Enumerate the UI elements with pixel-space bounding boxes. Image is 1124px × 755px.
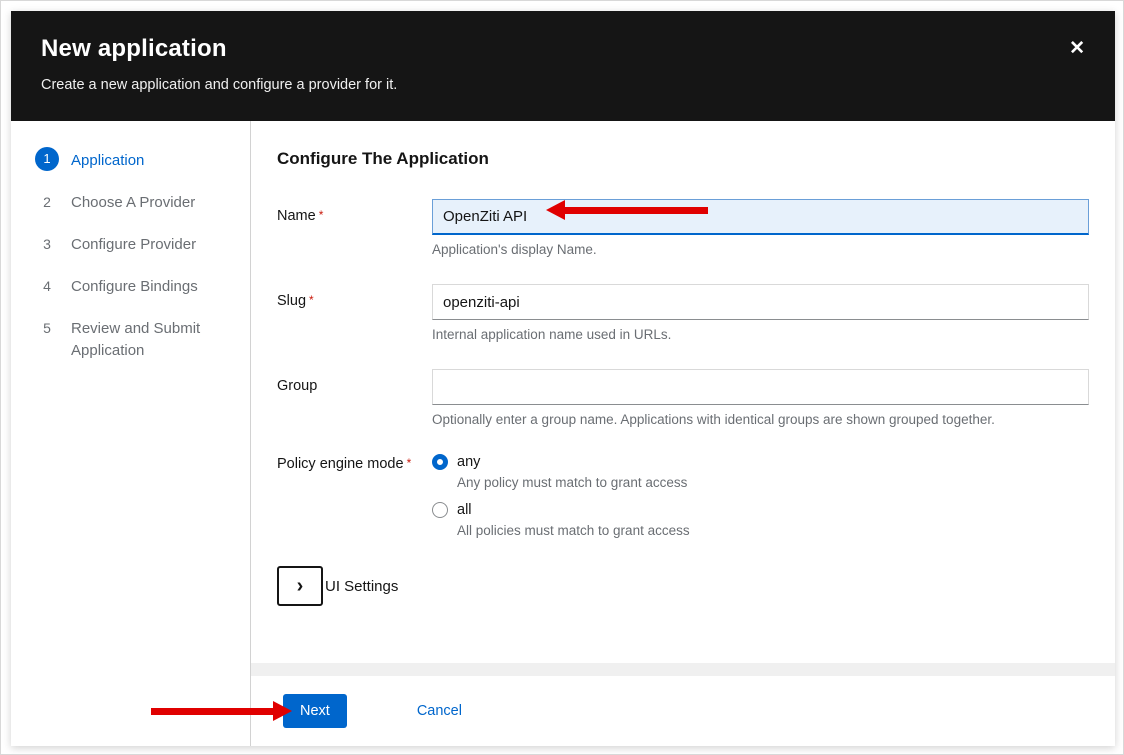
group-label: Group (277, 369, 432, 427)
modal-header: New application Create a new application… (11, 11, 1115, 121)
step-number: 4 (35, 274, 59, 298)
required-asterisk: * (309, 293, 314, 307)
annotation-arrow-next-button (151, 708, 273, 715)
footer-divider-strip (251, 663, 1115, 676)
close-icon: ✕ (1069, 38, 1085, 59)
ui-settings-label: UI Settings (325, 578, 398, 595)
step-number-badge: 1 (35, 147, 59, 171)
step-number: 3 (35, 232, 59, 256)
step-label: Review and Submit Application (71, 316, 231, 362)
step-label: Configure Bindings (71, 274, 198, 298)
policy-all-label: all (457, 502, 472, 518)
required-asterisk: * (319, 208, 324, 222)
ui-settings-section: › UI Settings (277, 566, 1089, 606)
name-label: Name* (277, 199, 432, 257)
name-input[interactable] (432, 199, 1089, 235)
chevron-right-icon: › (297, 575, 304, 597)
policy-any-helper-text: Any policy must match to grant access (457, 475, 1089, 490)
sidebar-item-application[interactable]: 1 Application (35, 147, 250, 172)
screenshot-page: New application Create a new application… (0, 0, 1124, 755)
required-asterisk: * (407, 456, 412, 470)
wizard-steps-sidebar: 1 Application 2 Choose A Provider 3 Conf… (11, 121, 251, 746)
ui-settings-expand-button[interactable]: › (277, 566, 323, 606)
step-label: Configure Provider (71, 232, 196, 256)
annotation-arrow-name-input (565, 207, 708, 214)
modal-subtitle: Create a new application and configure a… (41, 77, 1085, 93)
step-label: Choose A Provider (71, 190, 195, 214)
policy-all-helper-text: All policies must match to grant access (457, 523, 1089, 538)
policy-all-radio[interactable] (432, 502, 448, 518)
group-helper-text: Optionally enter a group name. Applicati… (432, 412, 1089, 427)
step-label: Application (71, 147, 144, 172)
step-number: 2 (35, 190, 59, 214)
policy-option-any[interactable]: any (432, 454, 1089, 470)
new-application-modal: New application Create a new application… (11, 11, 1115, 746)
policy-option-all[interactable]: all (432, 502, 1089, 518)
slug-label: Slug* (277, 284, 432, 342)
step-number: 5 (35, 316, 59, 340)
group-field-row: Group Optionally enter a group name. App… (277, 369, 1089, 427)
sidebar-item-configure-provider[interactable]: 3 Configure Provider (35, 232, 250, 256)
next-button[interactable]: Next (283, 694, 347, 728)
sidebar-item-configure-bindings[interactable]: 4 Configure Bindings (35, 274, 250, 298)
slug-field-row: Slug* Internal application name used in … (277, 284, 1089, 342)
form-content: Configure The Application Name* Applicat… (251, 121, 1115, 663)
wizard-content-column: Configure The Application Name* Applicat… (251, 121, 1115, 746)
policy-any-label: any (457, 454, 480, 470)
cancel-link[interactable]: Cancel (417, 703, 462, 719)
modal-title: New application (41, 35, 1085, 63)
sidebar-item-review-submit[interactable]: 5 Review and Submit Application (35, 316, 250, 362)
page-title: Configure The Application (277, 149, 1089, 169)
group-input[interactable] (432, 369, 1089, 405)
slug-helper-text: Internal application name used in URLs. (432, 327, 1089, 342)
slug-input[interactable] (432, 284, 1089, 320)
name-helper-text: Application's display Name. (432, 242, 1089, 257)
policy-engine-mode-row: Policy engine mode* any Any policy must … (277, 454, 1089, 550)
sidebar-item-choose-provider[interactable]: 2 Choose A Provider (35, 190, 250, 214)
policy-any-radio[interactable] (432, 454, 448, 470)
close-button[interactable]: ✕ (1069, 39, 1085, 58)
policy-engine-mode-label: Policy engine mode* (277, 454, 432, 550)
modal-footer: Next Cancel (251, 676, 1115, 746)
